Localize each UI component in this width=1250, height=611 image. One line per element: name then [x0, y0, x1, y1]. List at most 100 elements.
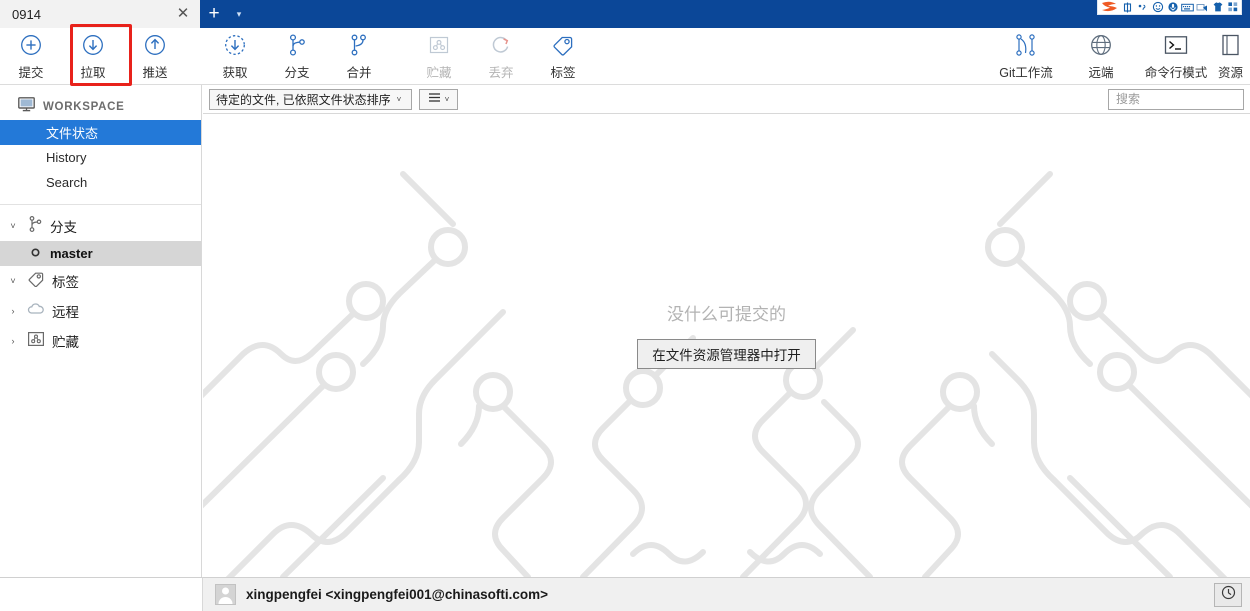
toolbar-button-explorer[interactable]: 资源	[1216, 28, 1250, 85]
new-tab-button[interactable]: +	[200, 0, 228, 28]
avatar	[215, 584, 236, 605]
stash-box-icon	[428, 32, 450, 58]
sidebar-branch-label: master	[50, 246, 93, 261]
plus-circle-icon	[20, 32, 42, 58]
toolbar-label-terminal: 命令行模式	[1144, 66, 1208, 80]
toolbar-label-tag: 标签	[550, 66, 576, 80]
empty-state-message: 没什么可提交的	[667, 305, 786, 324]
toolbar-button-stash[interactable]: 贮藏	[408, 28, 470, 85]
chevron-down-icon[interactable]: ˅	[6, 221, 20, 231]
main-toolbar: 提交 拉取 推送 获取 分支 合并 贮藏 丢弃 标签 Git工作流 远端 命令行…	[0, 28, 1250, 85]
toolbar-right-group: Git工作流 远端 命令行模式 资源	[986, 28, 1250, 85]
repository-tab[interactable]: 0914 ✕	[0, 0, 200, 28]
app-window: 0914 ✕ + ▾ 提交 拉取 推送 获取 分支 合并 贮藏 丢弃 标签 Gi…	[0, 0, 1250, 611]
sidebar-group-label: 贮藏	[52, 335, 79, 350]
toolbar-label-discard: 丢弃	[488, 66, 514, 80]
sidebar-group-label: 远程	[52, 305, 79, 320]
sidebar-group-stashes[interactable]: › 贮藏	[0, 326, 201, 356]
toolbar-button-push[interactable]: 推送	[124, 28, 186, 85]
toolbar-button-tag[interactable]: 标签	[532, 28, 594, 85]
workspace-label: WORKSPACE	[43, 100, 125, 113]
screenshot-icon[interactable]	[1195, 1, 1210, 14]
chevron-down-icon[interactable]: ˅	[445, 95, 450, 104]
toolbar-button-merge[interactable]: 合并	[328, 28, 390, 85]
title-bar: 0914 ✕ + ▾	[0, 0, 1250, 28]
chinese-mode-icon[interactable]	[1120, 1, 1135, 14]
status-bar: xingpengfei <xingpengfei001@chinasofti.c…	[203, 577, 1250, 611]
clock-icon	[1221, 585, 1236, 605]
chevron-down-icon[interactable]: ˅	[6, 276, 20, 286]
sidebar-group-label: 标签	[52, 275, 79, 290]
sidebar-group-branches[interactable]: ˅ 分支	[0, 211, 201, 241]
workspace-header: WORKSPACE	[0, 93, 201, 120]
open-in-explorer-button[interactable]: 在文件资源管理器中打开	[637, 339, 816, 369]
toolbar-button-terminal[interactable]: 命令行模式	[1136, 28, 1216, 85]
file-sort-dropdown[interactable]: 待定的文件, 已依照文件状态排序 ˅	[209, 88, 412, 110]
toolbar-button-fetch[interactable]: 获取	[204, 28, 266, 85]
list-view-icon	[428, 90, 441, 108]
toolbar-label-fetch: 获取	[222, 66, 248, 80]
sidebar-group-tags[interactable]: ˅ 标签	[0, 266, 201, 296]
chevron-right-icon[interactable]: ›	[6, 306, 20, 316]
soft-keyboard-icon[interactable]	[1180, 1, 1195, 14]
voice-input-icon[interactable]	[1165, 1, 1180, 14]
sidebar-item-file-status[interactable]: 文件状态	[0, 120, 201, 145]
file-status-panel: 没什么可提交的 在文件资源管理器中打开	[203, 114, 1250, 577]
arrow-down-circle-icon	[82, 32, 104, 58]
toolbar-label-remote: 远端	[1088, 66, 1114, 80]
toolbar-label-git-flow: Git工作流	[999, 66, 1053, 80]
globe-icon	[1089, 32, 1113, 58]
punctuation-mode-icon[interactable]	[1135, 1, 1150, 14]
sidebar-group-remotes[interactable]: › 远程	[0, 296, 201, 326]
emoji-icon[interactable]	[1150, 1, 1165, 14]
terminal-icon	[1163, 32, 1189, 58]
file-sort-dropdown-label: 待定的文件, 已依照文件状态排序	[216, 92, 391, 107]
sidebar-group-label: 分支	[50, 220, 77, 235]
ime-toolbar[interactable]	[1097, 0, 1242, 15]
tag-icon	[551, 32, 575, 58]
toolbar-label-commit: 提交	[18, 66, 44, 80]
repository-tab-label: 0914	[12, 6, 41, 22]
sidebar-divider	[0, 204, 201, 205]
toolbar-button-pull[interactable]: 拉取	[62, 28, 124, 85]
sidebar-item-label: History	[46, 150, 87, 165]
sidebar-item-label: Search	[46, 175, 88, 190]
toolbar-button-remote[interactable]: 远端	[1066, 28, 1136, 85]
sidebar-item-search[interactable]: Search	[0, 170, 201, 195]
arrow-down-dashed-circle-icon	[224, 32, 246, 58]
arrow-up-circle-icon	[144, 32, 166, 58]
status-bar-left-filler	[0, 577, 203, 611]
branch-dot-icon	[30, 245, 41, 263]
monitor-icon	[18, 96, 35, 117]
explorer-icon	[1218, 32, 1240, 58]
toolbar-label-pull: 拉取	[80, 66, 106, 80]
branch-icon	[286, 32, 308, 58]
chevron-right-icon[interactable]: ›	[6, 336, 20, 346]
sidebar-branch-master[interactable]: master	[0, 241, 201, 266]
toolbar-label-merge: 合并	[346, 66, 372, 80]
toolbar-button-commit[interactable]: 提交	[0, 28, 62, 85]
toolbox-icon[interactable]	[1225, 1, 1240, 14]
discard-refresh-icon	[490, 32, 512, 58]
sogou-logo-icon[interactable]	[1099, 1, 1120, 14]
toolbar-button-discard[interactable]: 丢弃	[470, 28, 532, 85]
stash-box-icon	[27, 331, 45, 352]
skin-icon[interactable]	[1210, 1, 1225, 14]
toolbar-label-explorer: 资源	[1218, 66, 1244, 80]
search-input[interactable]	[1114, 91, 1238, 107]
sidebar-item-label: 文件状态	[46, 126, 99, 141]
chevron-down-icon[interactable]: ˅	[397, 95, 402, 104]
chevron-down-icon[interactable]: ▾	[228, 0, 250, 28]
sidebar-item-history[interactable]: History	[0, 145, 201, 170]
view-mode-button[interactable]: ˅	[419, 88, 458, 110]
sidebar: WORKSPACE 文件状态 History Search ˅ 分支 maste…	[0, 85, 202, 611]
toolbar-button-branch[interactable]: 分支	[266, 28, 328, 85]
search-box[interactable]	[1108, 88, 1244, 110]
commit-history-button[interactable]	[1214, 582, 1242, 607]
cloud-icon	[27, 302, 45, 321]
gitflow-icon	[1012, 32, 1040, 58]
close-icon[interactable]: ✕	[174, 5, 192, 23]
toolbar-label-push: 推送	[142, 66, 168, 80]
tag-icon	[27, 271, 45, 292]
toolbar-button-git-flow[interactable]: Git工作流	[986, 28, 1066, 85]
